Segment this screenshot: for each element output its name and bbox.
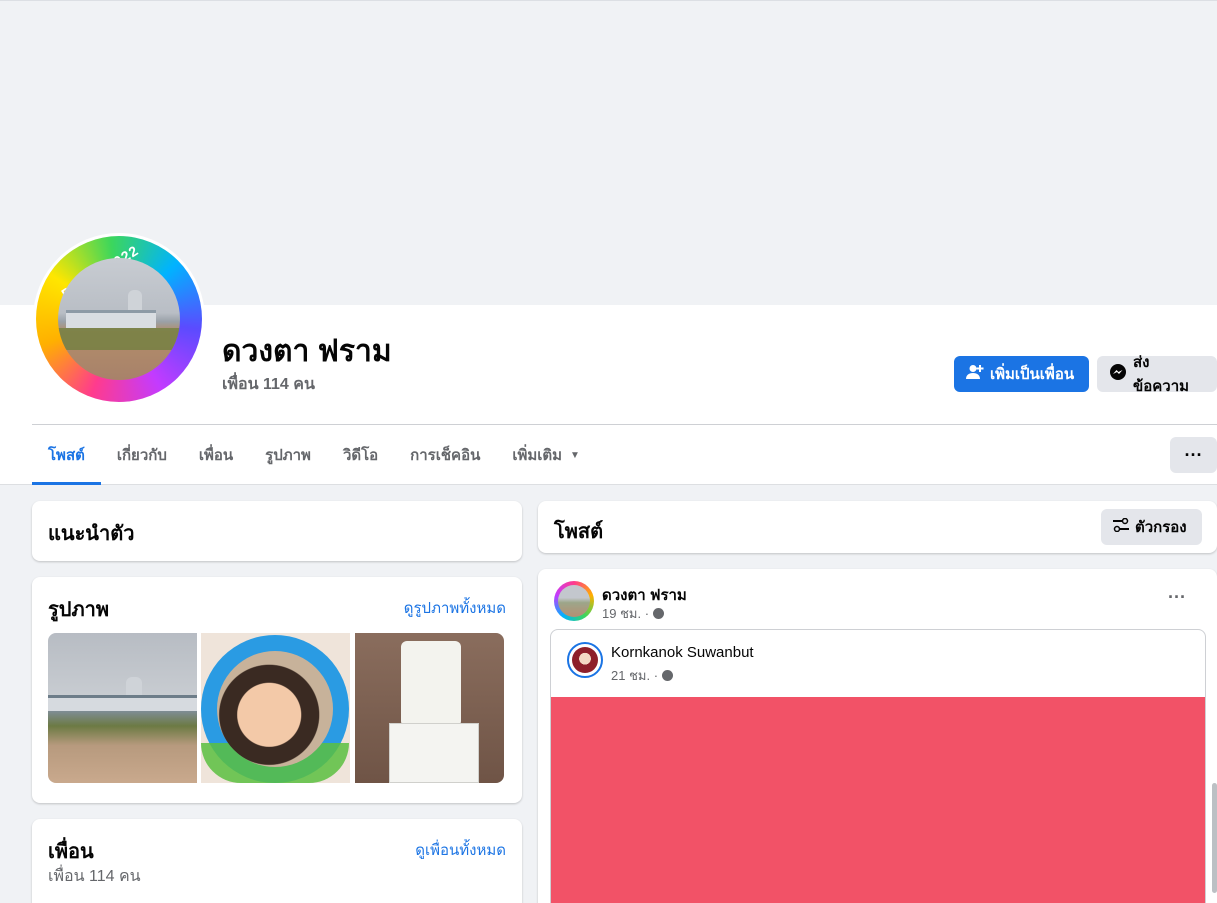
post-card: ดวงตา ฟราม 19 ชม. · ··· Kornkanok Suwanb…	[538, 569, 1217, 903]
tab-label: เพิ่มเติม	[512, 447, 563, 464]
photo-thumbnail[interactable]	[48, 633, 197, 783]
pride-frame: PRIDE 2022	[36, 236, 202, 402]
filter-button[interactable]: ตัวกรอง	[1101, 509, 1202, 545]
profile-photo	[58, 258, 180, 380]
tab-videos[interactable]: วิดีโอ	[327, 425, 394, 485]
photos-title: รูปภาพ	[48, 599, 110, 621]
add-friend-label: เพิ่มเป็นเพื่อน	[990, 366, 1075, 383]
intro-title: แนะนำตัว	[48, 523, 135, 545]
add-friend-icon	[966, 364, 984, 384]
tab-photos[interactable]: รูปภาพ	[249, 425, 327, 485]
profile-name: ดวงตา ฟราม	[222, 335, 392, 368]
friends-title: เพื่อน	[48, 841, 94, 863]
tab-label: โพสต์	[48, 447, 85, 464]
tab-label: เพื่อน	[198, 447, 234, 464]
globe-icon	[653, 608, 665, 619]
friends-count-label: เพื่อน 114 คน	[48, 868, 141, 885]
message-button[interactable]: ส่งข้อความ	[1097, 354, 1217, 395]
shared-author-name[interactable]: Kornkanok Suwanbut	[611, 644, 754, 661]
product-box	[389, 723, 479, 783]
photo-thumbnail[interactable]	[355, 633, 504, 783]
tab-posts[interactable]: โพสต์	[32, 425, 101, 485]
avatar-photo	[558, 585, 590, 617]
tab-about[interactable]: เกี่ยวกับ	[101, 425, 183, 485]
filter-label: ตัวกรอง	[1135, 519, 1187, 536]
message-label: ส่งข้อความ	[1133, 354, 1190, 395]
messenger-icon	[1109, 363, 1127, 385]
cover-photo-area	[0, 0, 1217, 306]
post-options-icon[interactable]: ···	[1168, 587, 1186, 608]
tab-label: การเช็คอิน	[410, 447, 481, 464]
photos-card: รูปภาพ ดูรูปภาพทั้งหมด	[32, 577, 522, 803]
kettle	[401, 641, 461, 727]
post-time-text[interactable]: 19 ชม. ·	[602, 603, 649, 624]
grass	[58, 328, 180, 350]
scrollbar[interactable]	[1212, 783, 1217, 893]
ellipsis-icon: ···	[1184, 444, 1203, 465]
tab-more[interactable]: เพิ่มเติม ▼	[496, 425, 596, 485]
friends-card: เพื่อน ดูเพื่อนทั้งหมด เพื่อน 114 คน	[32, 819, 522, 903]
posts-title: โพสต์	[554, 521, 604, 543]
shared-post-background	[551, 697, 1205, 903]
farm-building	[48, 695, 197, 711]
posts-header-card: โพสต์ ตัวกรอง	[538, 501, 1217, 553]
child-portrait	[217, 651, 333, 767]
profile-friends-count[interactable]: เพื่อน 114 คน	[222, 372, 315, 397]
profile-picture[interactable]: PRIDE 2022	[33, 233, 205, 405]
add-friend-button[interactable]: เพิ่มเป็นเพื่อน	[954, 356, 1089, 392]
see-all-photos-link[interactable]: ดูรูปภาพทั้งหมด	[404, 596, 506, 620]
farm-building	[66, 310, 156, 328]
filter-icon	[1113, 517, 1129, 536]
more-options-button[interactable]: ···	[1170, 437, 1217, 473]
tab-label: วิดีโอ	[342, 447, 379, 464]
intro-card: แนะนำตัว	[32, 501, 522, 561]
photo-thumbnail[interactable]	[201, 633, 350, 783]
shared-post[interactable]: Kornkanok Suwanbut 21 ชม. ·	[550, 629, 1206, 903]
tab-label: รูปภาพ	[265, 447, 311, 464]
tab-checkins[interactable]: การเช็คอิน	[394, 425, 496, 485]
tab-label: เกี่ยวกับ	[116, 447, 167, 464]
tab-friends[interactable]: เพื่อน	[183, 425, 249, 485]
chevron-down-icon: ▼	[570, 449, 580, 461]
post-timestamp: 19 ชม. ·	[602, 603, 665, 624]
shared-author-avatar[interactable]	[567, 642, 603, 678]
shared-timestamp: 21 ชม. ·	[611, 665, 674, 686]
see-all-friends-link[interactable]: ดูเพื่อนทั้งหมด	[415, 838, 506, 862]
post-author-avatar[interactable]	[554, 581, 594, 621]
globe-icon	[662, 670, 674, 681]
profile-tabs: โพสต์ เกี่ยวกับ เพื่อน รูปภาพ วิดีโอ การ…	[32, 425, 596, 485]
avatar-photo	[572, 647, 598, 673]
shared-time-text[interactable]: 21 ชม. ·	[611, 665, 658, 686]
